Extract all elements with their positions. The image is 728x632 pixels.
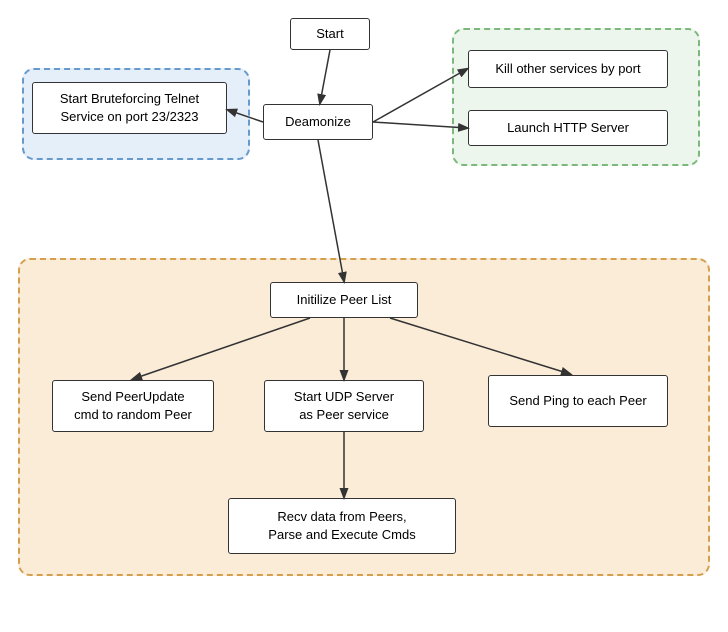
recv-data-box: Recv data from Peers, Parse and Execute …	[228, 498, 456, 554]
send-ping-box: Send Ping to each Peer	[488, 375, 668, 427]
init-peer-box: Initilize Peer List	[270, 282, 418, 318]
launch-http-box: Launch HTTP Server	[468, 110, 668, 146]
diagram: Start Deamonize Kill other services by p…	[0, 0, 728, 632]
send-peer-update-box: Send PeerUpdate cmd to random Peer	[52, 380, 214, 432]
start-box: Start	[290, 18, 370, 50]
kill-services-box: Kill other services by port	[468, 50, 668, 88]
deamonize-box: Deamonize	[263, 104, 373, 140]
udp-server-box: Start UDP Server as Peer service	[264, 380, 424, 432]
bruteforce-box: Start Bruteforcing Telnet Service on por…	[32, 82, 227, 134]
